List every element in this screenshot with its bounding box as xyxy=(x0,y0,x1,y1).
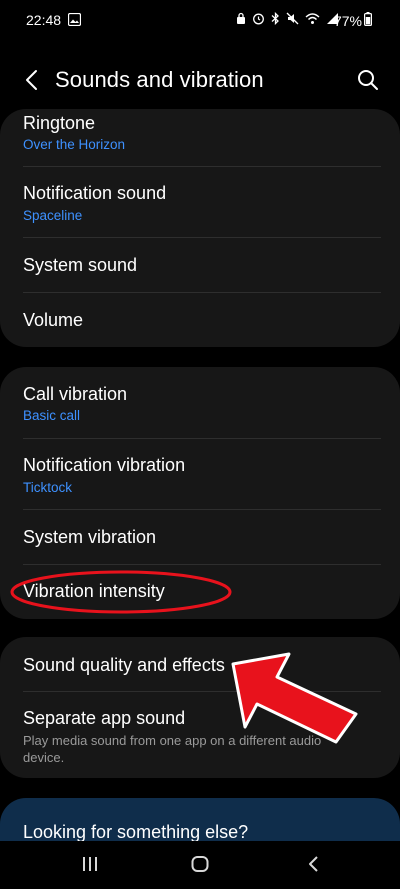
alarm-icon xyxy=(252,12,265,28)
item-title: Vibration intensity xyxy=(23,581,165,601)
recent-apps-button[interactable] xyxy=(80,854,100,874)
sound-quality-group: Sound quality and effects Separate app s… xyxy=(0,637,400,778)
bluetooth-icon xyxy=(271,11,280,28)
item-title: Notification vibration xyxy=(23,455,186,475)
nav-back-button[interactable] xyxy=(304,854,324,874)
item-title: Sound quality and effects xyxy=(23,655,225,675)
wifi-icon xyxy=(305,12,320,28)
vibration-settings-group: Call vibration Basic call Notification v… xyxy=(0,367,400,619)
call-vibration-item[interactable]: Call vibration Basic call xyxy=(0,367,400,438)
back-icon xyxy=(309,856,318,872)
item-subtitle: Spaceline xyxy=(23,208,83,223)
promo-title: Looking for something else? xyxy=(23,822,249,842)
item-title: System vibration xyxy=(23,527,157,547)
system-sound-item[interactable]: System sound xyxy=(0,238,400,292)
status-icons xyxy=(236,11,339,28)
battery-indicator: 77% xyxy=(333,12,373,29)
sound-quality-effects-item[interactable]: Sound quality and effects xyxy=(0,637,400,691)
mute-icon xyxy=(286,12,299,28)
battery-icon xyxy=(364,12,373,29)
search-icon xyxy=(358,70,378,90)
notification-sound-item[interactable]: Notification sound Spaceline xyxy=(0,167,400,237)
home-button[interactable] xyxy=(190,854,210,874)
lock-icon xyxy=(236,12,246,28)
home-icon xyxy=(191,856,209,872)
notification-vibration-item[interactable]: Notification vibration Ticktock xyxy=(0,439,400,509)
sound-settings-group: Ringtone Over the Horizon Notification s… xyxy=(0,109,400,347)
image-icon xyxy=(67,12,82,29)
item-subtitle: Over the Horizon xyxy=(23,137,126,152)
item-title: Ringtone xyxy=(23,113,96,133)
battery-percent: 77% xyxy=(333,12,362,29)
item-subtitle: Basic call xyxy=(23,408,81,423)
app-header: Sounds and vibration xyxy=(0,58,400,102)
chevron-left-icon xyxy=(26,70,37,90)
item-description: Play media sound from one app on a diffe… xyxy=(23,733,322,765)
item-title: Notification sound xyxy=(23,183,167,203)
ringtone-item[interactable]: Ringtone Over the Horizon xyxy=(0,109,400,166)
system-vibration-item[interactable]: System vibration xyxy=(0,510,400,564)
item-title: Call vibration xyxy=(23,384,128,404)
navigation-bar xyxy=(0,841,400,889)
recent-apps-icon xyxy=(83,857,97,871)
page-title: Sounds and vibration xyxy=(55,67,264,92)
status-time: 22:48 xyxy=(26,12,62,28)
item-title: Volume xyxy=(23,310,84,330)
vibration-intensity-item[interactable]: Vibration intensity xyxy=(0,565,400,619)
item-title: System sound xyxy=(23,255,138,275)
volume-item[interactable]: Volume xyxy=(0,293,400,347)
search-button[interactable] xyxy=(354,66,382,94)
status-bar: 22:48 77% xyxy=(0,0,400,42)
back-button[interactable] xyxy=(18,66,46,94)
separate-app-sound-item[interactable]: Separate app sound Play media sound from… xyxy=(0,692,400,778)
item-subtitle: Ticktock xyxy=(23,480,73,495)
item-title: Separate app sound xyxy=(23,708,186,728)
